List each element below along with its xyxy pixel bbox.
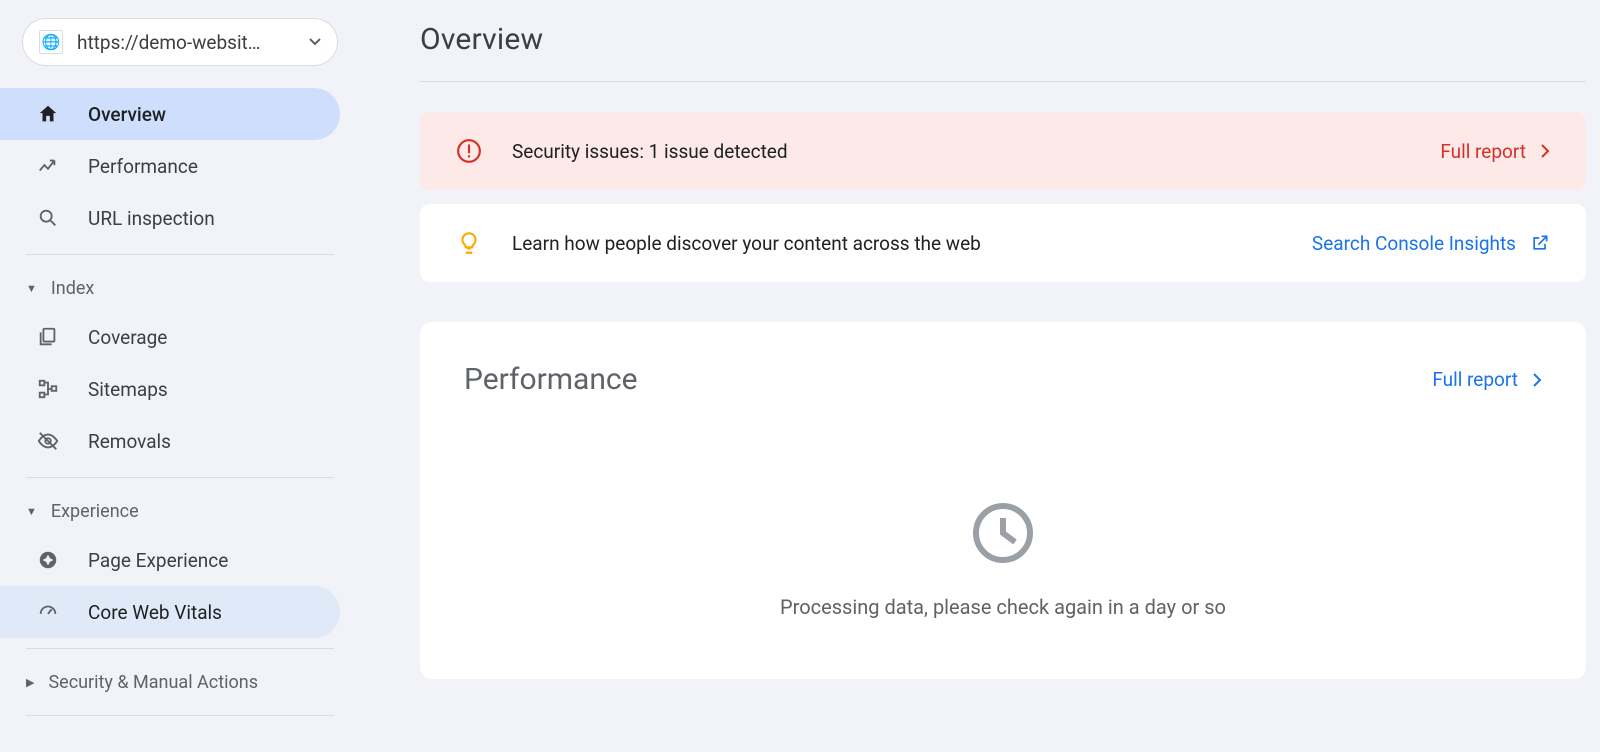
chevron-right-icon [1532,372,1542,388]
sidebar-item-coverage[interactable]: Coverage [0,311,340,363]
performance-card-header: Performance Full report [464,362,1542,397]
triangle-right-icon: ▶ [26,676,34,689]
divider [26,648,334,649]
performance-card: Performance Full report Processing data,… [420,322,1586,679]
triangle-down-icon: ▼ [26,505,37,518]
open-external-icon [1530,233,1550,253]
divider [26,254,334,255]
trend-icon [36,155,60,177]
section-header-experience[interactable]: ▼ Experience [0,488,360,534]
sidebar-item-label: Sitemaps [88,378,168,401]
sidebar-item-page-experience[interactable]: Page Experience [0,534,340,586]
section-label: Security & Manual Actions [48,672,258,693]
main-content: Overview Security issues: 1 issue detect… [360,0,1600,752]
security-alert-card: Security issues: 1 issue detected Full r… [420,112,1586,190]
divider [26,715,334,716]
eye-off-icon [36,430,60,452]
section-label: Experience [51,501,139,522]
section-header-security[interactable]: ▶ Security & Manual Actions [0,659,360,705]
sidebar-item-performance[interactable]: Performance [0,140,340,192]
sidebar-item-label: Performance [88,155,198,178]
performance-title: Performance [464,362,638,397]
property-url: https://demo-websit… [77,31,295,54]
insights-link[interactable]: Search Console Insights [1312,232,1550,255]
sidebar-item-label: Coverage [88,326,167,349]
sidebar-item-label: Removals [88,430,171,453]
home-icon [36,103,60,125]
insights-card: Learn how people discover your content a… [420,204,1586,282]
link-label: Full report [1432,368,1518,391]
divider [420,81,1586,82]
speed-icon [36,601,60,623]
sidebar-item-sitemaps[interactable]: Sitemaps [0,363,340,415]
performance-full-report-link[interactable]: Full report [1432,368,1542,391]
compass-icon [36,549,60,571]
sidebar-item-label: URL inspection [88,207,215,230]
globe-icon: 🌐 [39,30,63,54]
lightbulb-icon [456,230,482,256]
search-icon [36,207,60,229]
sidebar-item-url-inspection[interactable]: URL inspection [0,192,340,244]
sidebar-item-label: Overview [88,103,166,126]
clock-icon [967,497,1039,569]
property-selector[interactable]: 🌐 https://demo-websit… [22,18,338,66]
sidebar-item-label: Core Web Vitals [88,601,222,624]
chevron-right-icon [1540,143,1550,159]
link-label: Full report [1440,140,1526,163]
sidebar-item-label: Page Experience [88,549,228,572]
sidebar-item-core-web-vitals[interactable]: Core Web Vitals [0,586,340,638]
performance-empty-state: Processing data, please check again in a… [464,497,1542,619]
section-header-index[interactable]: ▼ Index [0,265,360,311]
full-report-link[interactable]: Full report [1440,140,1550,163]
link-label: Search Console Insights [1312,232,1516,255]
insights-message: Learn how people discover your content a… [512,232,1282,255]
triangle-down-icon: ▼ [26,282,37,295]
sidebar-item-overview[interactable]: Overview [0,88,340,140]
section-label: Index [51,278,94,299]
sitemap-icon [36,378,60,400]
sidebar: 🌐 https://demo-websit… Overview Performa… [0,0,360,752]
performance-empty-message: Processing data, please check again in a… [780,595,1226,619]
pages-icon [36,326,60,348]
caret-down-icon [309,38,321,46]
page-title: Overview [420,22,1586,57]
divider [26,477,334,478]
alert-message: Security issues: 1 issue detected [512,140,1410,163]
sidebar-item-removals[interactable]: Removals [0,415,340,467]
alert-icon [456,138,482,164]
